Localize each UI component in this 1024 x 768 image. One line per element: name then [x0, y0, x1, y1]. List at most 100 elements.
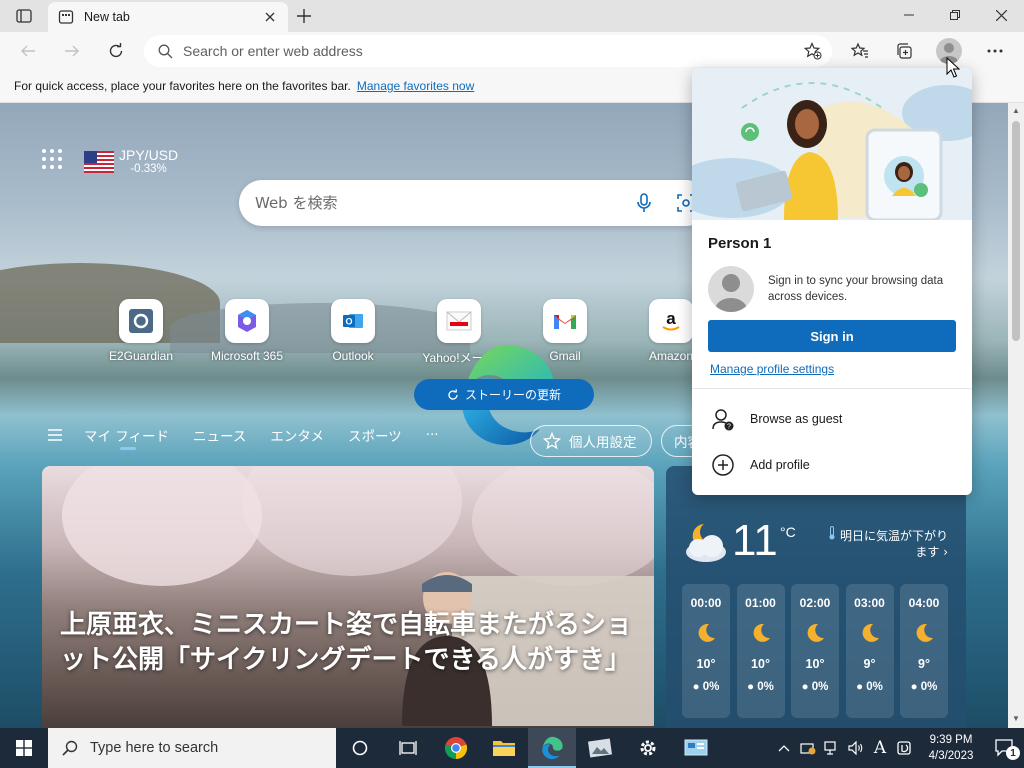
- newtab-favicon-icon: [58, 10, 74, 24]
- currency-widget[interactable]: JPY/USD -0.33%: [84, 147, 178, 175]
- add-profile-button[interactable]: Add profile: [692, 445, 972, 485]
- app-launcher-icon[interactable]: [42, 149, 62, 169]
- outlook-icon: O: [343, 314, 363, 328]
- windows-logo-icon: [16, 740, 32, 756]
- taskbar-remote-app[interactable]: [672, 728, 720, 768]
- new-tab-button[interactable]: [292, 5, 316, 27]
- close-icon: [995, 9, 1007, 21]
- taskbar-photos[interactable]: [576, 728, 624, 768]
- quick-link-e2guardian[interactable]: E2Guardian: [88, 299, 194, 366]
- scroll-up-icon[interactable]: ▲: [1012, 107, 1020, 115]
- manage-profile-settings-link[interactable]: Manage profile settings: [710, 362, 834, 376]
- scroll-down-icon[interactable]: ▼: [1012, 715, 1020, 723]
- add-circle-icon: [710, 452, 736, 478]
- news-card[interactable]: 上原亜衣、ミニスカート姿で自転車またがるショット公開「サイクリングデートできる人…: [42, 466, 654, 728]
- ime-options-icon[interactable]: [892, 728, 916, 768]
- taskbar-file-explorer[interactable]: [480, 728, 528, 768]
- minimize-button[interactable]: [886, 0, 932, 30]
- start-button[interactable]: [0, 728, 48, 768]
- favorites-button[interactable]: [845, 36, 875, 66]
- tab-title: New tab: [84, 10, 130, 24]
- security-icon[interactable]: [796, 728, 820, 768]
- taskbar-settings[interactable]: [624, 728, 672, 768]
- tab-my-feed[interactable]: マイ フィード: [84, 425, 169, 450]
- clock-time: 9:39 PM: [929, 734, 973, 746]
- cortana-button[interactable]: [336, 728, 384, 768]
- settings-more-button[interactable]: [980, 36, 1010, 66]
- back-button[interactable]: [13, 36, 43, 66]
- taskbar-chrome[interactable]: [432, 728, 480, 768]
- browser-toolbar: [0, 32, 1024, 70]
- add-favorite-button[interactable]: [798, 36, 828, 66]
- browse-as-guest-label: Browse as guest: [750, 412, 843, 426]
- gear-icon: [640, 740, 656, 756]
- refresh-icon: [109, 43, 123, 58]
- web-search-box[interactable]: [239, 180, 709, 226]
- forward-button[interactable]: [57, 36, 87, 66]
- star-add-icon: [804, 42, 822, 60]
- close-window-button[interactable]: [978, 0, 1024, 30]
- close-tab-icon[interactable]: [262, 9, 278, 25]
- address-bar[interactable]: [144, 35, 832, 67]
- mouse-cursor-icon: [946, 57, 960, 78]
- tab-entertainment[interactable]: エンタメ: [270, 425, 324, 445]
- manage-favorites-link[interactable]: Manage favorites now: [357, 79, 474, 93]
- tab-actions-button[interactable]: [8, 5, 40, 27]
- scrollbar-thumb[interactable]: [1012, 121, 1020, 341]
- ime-mode-icon[interactable]: A: [868, 728, 892, 768]
- gmail-icon: [554, 315, 576, 329]
- refresh-button[interactable]: [101, 36, 131, 66]
- weather-card[interactable]: 11 °C 明日に気温が下がります › 00:00 10° ● 0% 01:00…: [666, 466, 966, 728]
- system-tray: A 9:39 PM 4/3/2023 1: [772, 728, 1024, 768]
- flyout-divider: [692, 388, 972, 389]
- edge-icon: [542, 736, 563, 760]
- quick-link-label: Amazon: [648, 349, 694, 363]
- microphone-icon[interactable]: [633, 192, 655, 214]
- chevron-right-icon: ›: [943, 545, 948, 559]
- action-center-button[interactable]: 1: [986, 728, 1024, 768]
- tab-news[interactable]: ニュース: [193, 425, 246, 445]
- network-icon[interactable]: [820, 728, 844, 768]
- tab-new-tab[interactable]: New tab: [48, 2, 288, 32]
- clock-date: 4/3/2023: [928, 750, 974, 762]
- profile-avatar: [708, 266, 754, 312]
- hour-forecast: 00:00 10° ● 0%: [682, 584, 730, 718]
- taskbar-clock[interactable]: 9:39 PM 4/3/2023: [916, 732, 986, 764]
- collections-button[interactable]: [889, 36, 919, 66]
- browse-as-guest-button[interactable]: ? Browse as guest: [692, 399, 972, 439]
- page-scrollbar[interactable]: ▲ ▼: [1008, 103, 1024, 728]
- menu-icon[interactable]: [48, 429, 62, 441]
- quick-link-outlook[interactable]: O Outlook: [300, 299, 406, 366]
- news-headline[interactable]: 上原亜衣、ミニスカート姿で自転車またがるショット公開「サイクリングデートできる人…: [60, 608, 640, 678]
- crescent-moon-icon: [916, 623, 933, 642]
- volume-icon[interactable]: [844, 728, 868, 768]
- favorites-bar-message: For quick access, place your favorites h…: [14, 79, 351, 93]
- task-view-button[interactable]: [384, 728, 432, 768]
- taskbar: Type here to search A 9:39 PM 4/3/2023 1: [0, 728, 1024, 768]
- taskbar-edge[interactable]: [528, 728, 576, 768]
- current-temperature: 11: [732, 516, 778, 565]
- more-tabs-button[interactable]: ···: [426, 427, 439, 443]
- personalize-button[interactable]: 個人用設定: [530, 425, 652, 457]
- crescent-moon-icon: [698, 623, 715, 642]
- guest-icon: ?: [710, 406, 736, 432]
- web-search-input[interactable]: [255, 194, 615, 212]
- currency-pair: JPY/USD: [119, 147, 179, 163]
- taskbar-search[interactable]: Type here to search: [48, 728, 336, 768]
- hour-forecast: 01:00 10° ● 0%: [736, 584, 785, 718]
- sign-in-button[interactable]: Sign in: [708, 320, 956, 352]
- hourly-forecast: 00:00 10° ● 0% 01:00 10° ● 0% 02:00 10° …: [682, 584, 955, 718]
- address-input[interactable]: [183, 43, 783, 59]
- show-hidden-icons[interactable]: [772, 728, 796, 768]
- restore-button[interactable]: [932, 0, 978, 30]
- partly-cloudy-night-icon: [686, 524, 726, 562]
- refresh-stories-button[interactable]: ストーリーの更新: [414, 379, 594, 410]
- weather-alert[interactable]: 明日に気温が下がります ›: [818, 526, 948, 560]
- tab-sports[interactable]: スポーツ: [348, 425, 402, 445]
- more-dots-icon: [987, 49, 1003, 53]
- quick-link-label: Outlook: [332, 349, 374, 363]
- quick-link-microsoft-365[interactable]: Microsoft 365: [194, 299, 300, 366]
- svg-text:a: a: [666, 309, 676, 328]
- favorites-icon: [851, 42, 868, 58]
- droplet-icon: ●: [692, 681, 700, 693]
